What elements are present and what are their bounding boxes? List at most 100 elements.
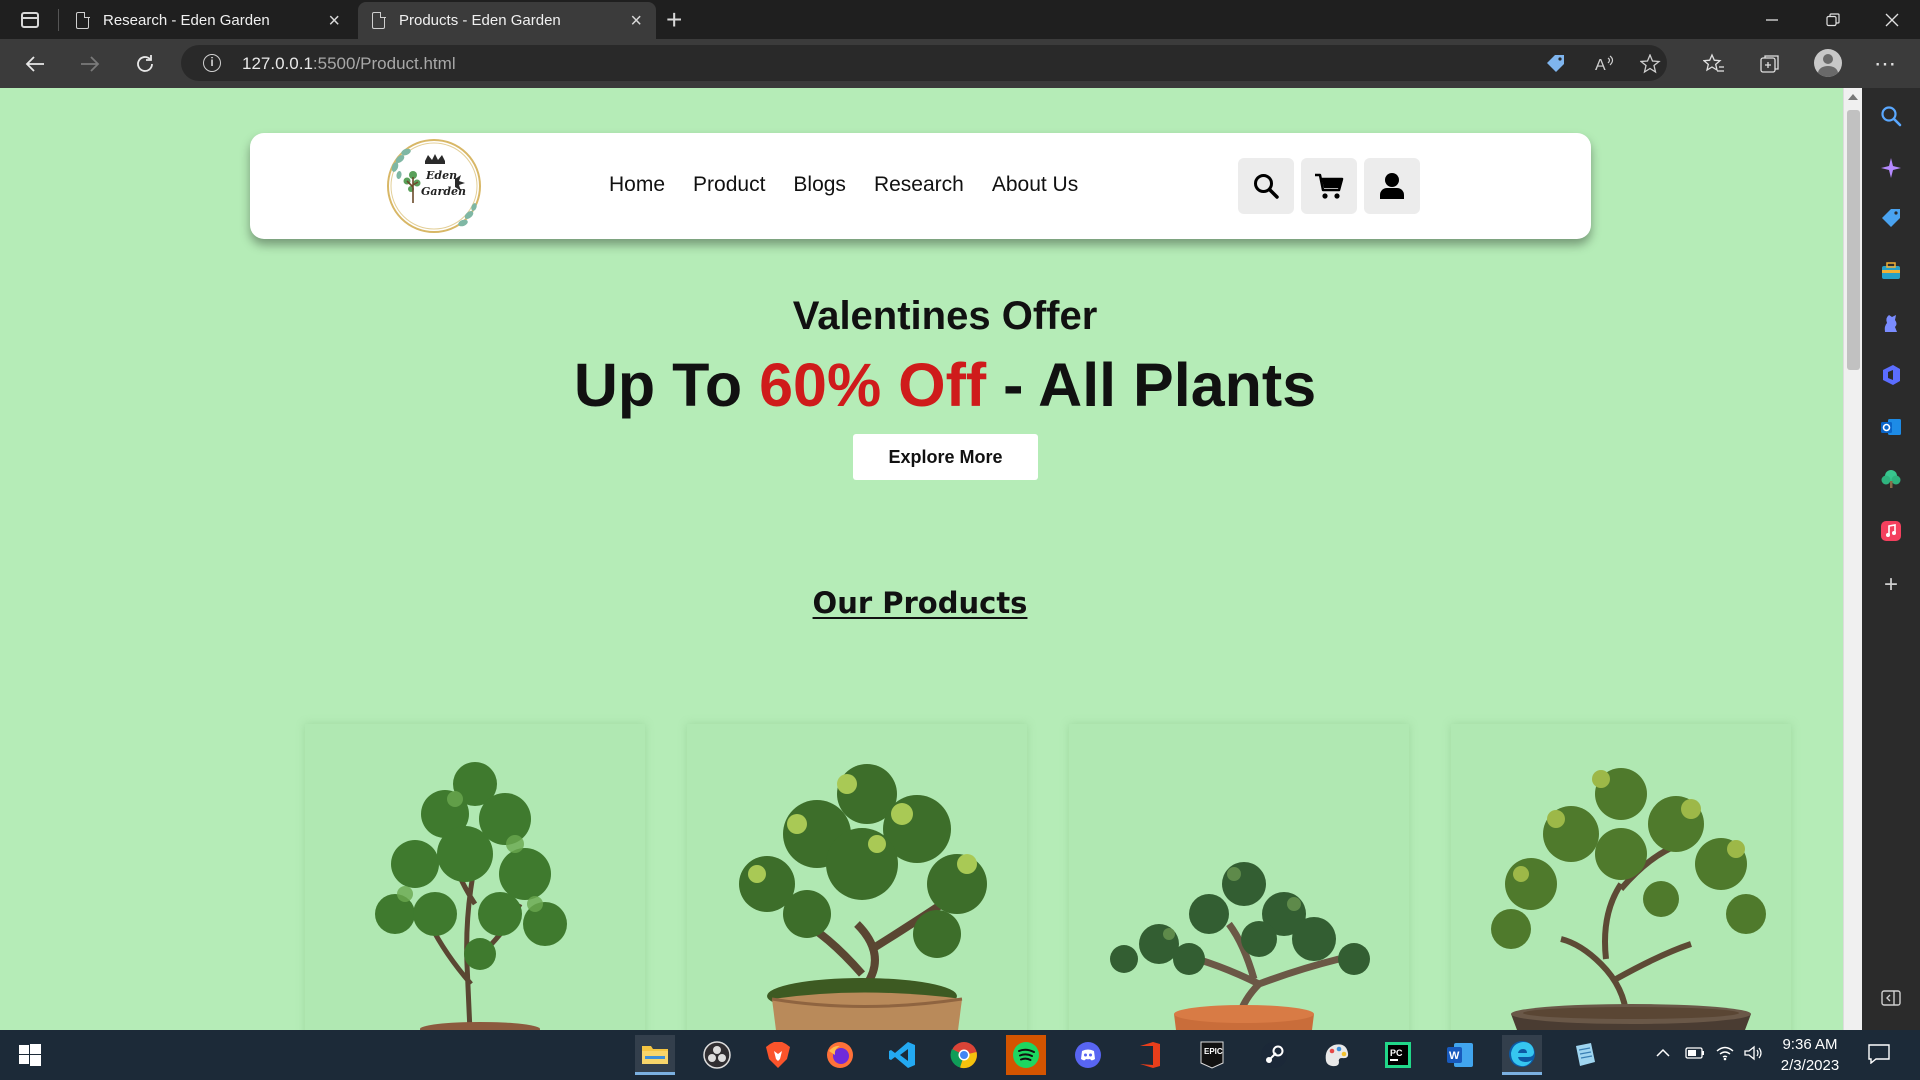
forward-icon[interactable] [73,47,107,81]
spotify-icon[interactable] [1006,1035,1046,1075]
svg-text:EPIC: EPIC [1204,1047,1223,1056]
main-nav: Home Product Blogs Research About Us [609,173,1106,197]
user-icon [1380,173,1404,199]
page-icon [76,11,90,29]
add-favorite-icon[interactable] [1639,53,1662,80]
scroll-up-icon[interactable] [1848,94,1858,100]
new-tab-icon[interactable]: + [666,5,682,35]
vscode-icon[interactable] [882,1035,922,1075]
more-options-icon[interactable]: ⋯ [1870,49,1900,79]
site-info-icon[interactable]: i [203,54,221,72]
product-card[interactable] [687,724,1027,1030]
nav-product[interactable]: Product [693,173,765,197]
nav-research[interactable]: Research [874,173,964,197]
page-viewport: Eden Garden Home Product Blogs Research … [0,88,1843,1030]
cart-button[interactable] [1301,158,1357,214]
tab-title: Products - Eden Garden [399,12,561,29]
steam-icon[interactable] [1254,1035,1294,1075]
back-icon[interactable] [18,47,52,81]
sidebar-games-icon[interactable] [1878,310,1904,336]
site-header: Eden Garden Home Product Blogs Research … [250,133,1591,239]
minimize-icon[interactable] [1744,0,1800,39]
windows-taskbar: EPIC PC W 9:36 AM 2/3/2023 [0,1030,1920,1080]
url-text[interactable]: 127.0.0.1:5500/Product.html [242,54,456,74]
nav-home[interactable]: Home [609,173,665,197]
product-card[interactable] [1069,724,1409,1030]
collections-icon[interactable] [1755,49,1785,79]
tab-research[interactable]: Research - Eden Garden × [62,2,354,39]
notifications-icon[interactable] [1868,1044,1890,1069]
hero-discount: 60% Off [759,351,987,419]
sidebar-tree-icon[interactable] [1878,466,1904,492]
close-window-icon[interactable] [1864,0,1920,39]
tab-products[interactable]: Products - Eden Garden × [358,2,656,39]
site-logo[interactable]: Eden Garden [385,137,483,235]
close-tab-icon[interactable]: × [328,11,340,31]
svg-text:A: A [1595,57,1606,74]
section-title: Our Products [812,586,1028,620]
sidebar-music-icon[interactable] [1878,518,1904,544]
sidebar-search-icon[interactable] [1878,103,1904,129]
search-icon [1254,174,1279,199]
bonsai-dark-pot-image [1491,768,1766,1030]
sidebar-add-icon[interactable]: + [1878,571,1904,598]
browser-tab-strip: Research - Eden Garden × Products - Eden… [0,0,1920,39]
firefox-icon[interactable] [820,1035,860,1075]
restore-icon[interactable] [1805,0,1861,39]
leafy-bonsai-image [739,764,987,1030]
svg-text:W: W [1449,1050,1460,1062]
tab-actions-icon[interactable] [12,8,48,32]
product-card[interactable] [1451,724,1791,1030]
sidebar-shopping-icon[interactable] [1878,206,1904,232]
office-icon[interactable] [1130,1035,1170,1075]
address-bar[interactable]: i 127.0.0.1:5500/Product.html A [181,45,1667,81]
word-icon[interactable]: W [1440,1035,1480,1075]
profile-avatar[interactable] [1814,49,1842,77]
explore-more-button[interactable]: Explore More [853,434,1038,480]
sidebar-tools-icon[interactable] [1878,258,1904,284]
discord-icon[interactable] [1068,1035,1108,1075]
edge-sidebar: + [1862,88,1920,1030]
scrollbar-thumb[interactable] [1847,110,1860,370]
windows-start-icon[interactable] [10,1035,50,1075]
obs-icon[interactable] [697,1035,737,1075]
edge-icon[interactable] [1502,1035,1542,1075]
page-icon [372,11,386,29]
sidebar-discover-icon[interactable] [1878,155,1904,181]
volume-icon[interactable] [1743,1045,1763,1066]
nav-about-us[interactable]: About Us [992,173,1078,197]
product-card[interactable] [305,724,645,1030]
tab-title: Research - Eden Garden [103,12,270,29]
brave-icon[interactable] [758,1035,798,1075]
browser-toolbar: i 127.0.0.1:5500/Product.html A ⋯ [0,39,1920,88]
epic-games-icon[interactable]: EPIC [1192,1035,1232,1075]
account-button[interactable] [1364,158,1420,214]
favorites-icon[interactable] [1699,49,1729,79]
read-aloud-icon[interactable]: A [1595,54,1617,80]
search-button[interactable] [1238,158,1294,214]
pycharm-icon[interactable]: PC [1378,1035,1418,1075]
nav-blogs[interactable]: Blogs [793,173,846,197]
paint-icon[interactable] [1316,1035,1356,1075]
page-scrollbar[interactable] [1843,88,1862,1030]
file-explorer-icon[interactable] [635,1035,675,1075]
chrome-icon[interactable] [944,1035,984,1075]
tab-separator [58,9,59,31]
system-clock[interactable]: 9:36 AM 2/3/2023 [1770,1034,1850,1076]
clock-date: 2/3/2023 [1780,1057,1840,1074]
battery-icon[interactable] [1685,1046,1705,1065]
wifi-icon[interactable] [1715,1045,1735,1066]
bonsai-terracotta-image [1110,862,1370,1030]
notepad-icon[interactable] [1564,1035,1604,1075]
svg-text:PC: PC [1390,1048,1403,1058]
sidebar-outlook-icon[interactable] [1878,414,1904,440]
show-hidden-icons[interactable] [1655,1046,1671,1064]
sidebar-hide-icon[interactable] [1878,985,1904,1011]
coupon-tag-icon[interactable] [1545,54,1567,80]
sidebar-office-icon[interactable] [1878,362,1904,388]
close-tab-icon[interactable]: × [630,11,642,31]
cart-icon [1315,173,1344,199]
refresh-icon[interactable] [128,47,162,81]
clock-time: 9:36 AM [1782,1036,1838,1053]
hero-title: Up To 60% Off - All Plants [573,351,1317,419]
